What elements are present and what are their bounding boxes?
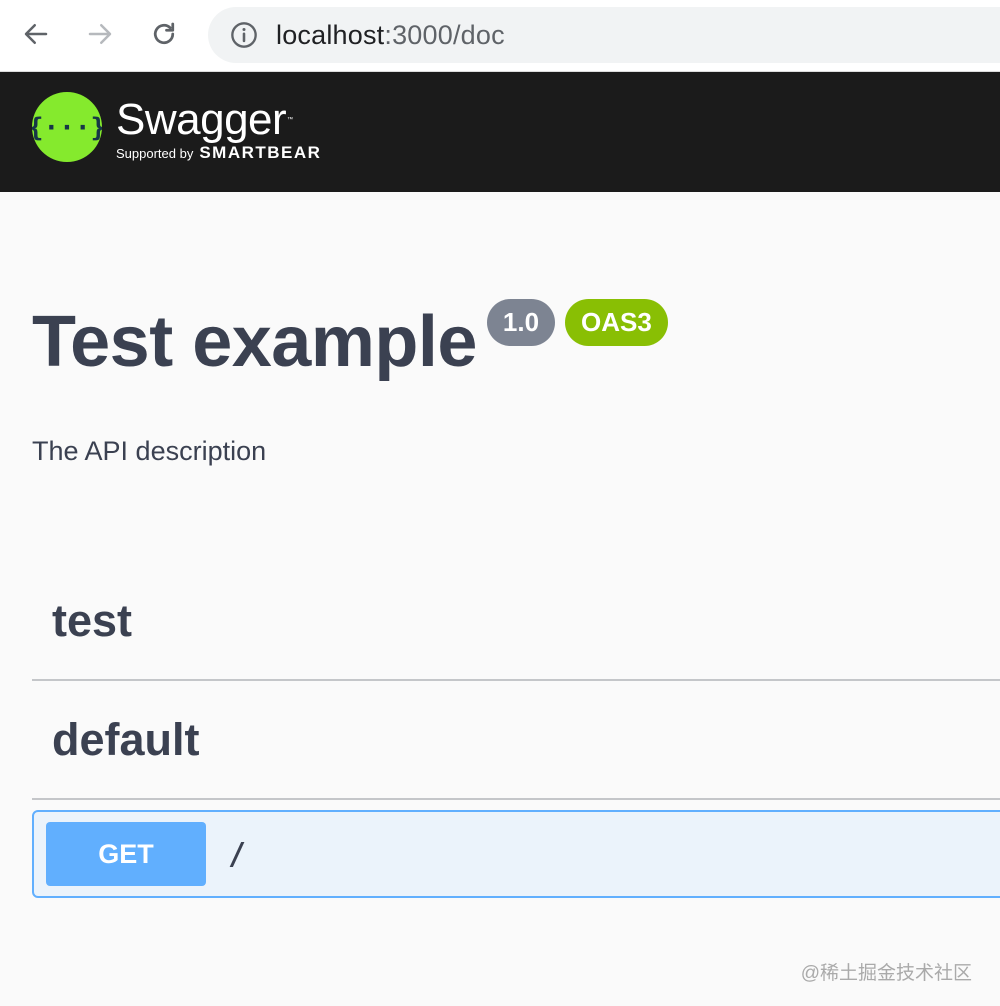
url-text[interactable]: localhost:3000/doc bbox=[276, 20, 505, 51]
logo-trademark: ™ bbox=[287, 117, 293, 123]
info-icon[interactable] bbox=[230, 21, 258, 49]
tag-name: default bbox=[52, 713, 200, 765]
browser-toolbar: localhost:3000/doc bbox=[0, 0, 1000, 72]
url-path: :3000/doc bbox=[384, 19, 505, 50]
logo-glyph: {···} bbox=[32, 113, 102, 143]
url-host: localhost bbox=[276, 19, 385, 50]
tag-section-test[interactable]: test bbox=[32, 562, 1000, 681]
reload-button[interactable] bbox=[146, 16, 182, 52]
forward-button[interactable] bbox=[82, 16, 118, 52]
api-info-header: Test example 1.0 OAS3 bbox=[32, 296, 668, 388]
method-badge[interactable]: GET bbox=[46, 822, 206, 886]
logo-wordmark: Swagger™ Supported by SMARTBEAR bbox=[116, 98, 321, 163]
version-badges: 1.0 OAS3 bbox=[486, 299, 668, 346]
tag-section-default[interactable]: default bbox=[32, 681, 1000, 800]
page-title: Test example bbox=[32, 302, 477, 382]
reload-icon bbox=[153, 22, 175, 45]
version-badge: 1.0 bbox=[486, 299, 556, 346]
address-bar[interactable]: localhost:3000/doc bbox=[208, 7, 1000, 63]
tag-name: test bbox=[52, 594, 133, 646]
watermark: @稀土掘金技术社区 bbox=[800, 963, 972, 984]
logo-supported-by: Supported by bbox=[116, 146, 194, 161]
swagger-topbar: {···} Swagger™ Supported by SMARTBEAR bbox=[0, 72, 1000, 192]
operation-get-root[interactable]: GET / bbox=[32, 810, 1000, 898]
swagger-logo[interactable]: {···} Swagger™ Supported by SMARTBEAR bbox=[32, 92, 321, 163]
arrow-right-icon bbox=[88, 24, 112, 44]
back-button[interactable] bbox=[18, 16, 54, 52]
logo-name: Swagger bbox=[116, 95, 287, 144]
arrow-left-icon bbox=[24, 24, 48, 44]
oas-badge: OAS3 bbox=[565, 299, 668, 346]
logo-subtitle: Supported by SMARTBEAR bbox=[116, 144, 321, 163]
api-description: The API description bbox=[32, 436, 267, 466]
logo-smartbear: SMARTBEAR bbox=[199, 143, 322, 162]
swagger-logo-icon: {···} bbox=[32, 92, 102, 162]
operation-path[interactable]: / bbox=[228, 837, 246, 872]
